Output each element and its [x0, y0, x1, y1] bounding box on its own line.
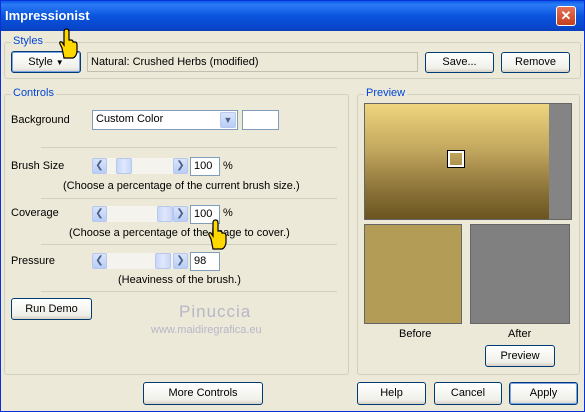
- slider-thumb[interactable]: [157, 206, 173, 222]
- right-arrow-icon[interactable]: ❯: [173, 253, 188, 269]
- brush-size-unit: %: [223, 160, 233, 172]
- preview-navigator[interactable]: [364, 103, 572, 220]
- separator: [41, 244, 337, 245]
- run-demo-button[interactable]: Run Demo: [11, 298, 92, 320]
- background-color-swatch[interactable]: [242, 110, 279, 130]
- separator: [41, 147, 337, 148]
- more-controls-label: More Controls: [168, 387, 238, 399]
- preview-button[interactable]: Preview: [485, 345, 555, 367]
- close-button[interactable]: ✕: [556, 6, 576, 26]
- save-button-label: Save...: [442, 56, 477, 68]
- pressure-hint: (Heaviness of the brush.): [118, 274, 241, 286]
- impressionist-dialog: Impressionist ✕ Styles Style ▼ Natural: …: [0, 0, 585, 412]
- preview-button-label: Preview: [500, 350, 540, 362]
- cancel-button[interactable]: Cancel: [434, 382, 502, 405]
- after-preview-image: [470, 224, 570, 324]
- style-name-display: Natural: Crushed Herbs (modified): [87, 52, 418, 72]
- chevron-down-icon[interactable]: ▼: [220, 112, 236, 128]
- background-dropdown[interactable]: Custom Color ▼: [92, 110, 238, 130]
- save-button[interactable]: Save...: [425, 52, 494, 73]
- left-arrow-icon[interactable]: ❮: [92, 158, 107, 174]
- coverage-hint: (Choose a percentage of the image to cov…: [69, 227, 290, 239]
- coverage-unit: %: [223, 207, 233, 219]
- cancel-label: Cancel: [450, 387, 486, 399]
- brush-size-label: Brush Size: [11, 160, 65, 172]
- preview-legend: Preview: [364, 87, 408, 99]
- background-label: Background: [11, 114, 70, 126]
- apply-button[interactable]: Apply: [509, 382, 578, 405]
- remove-button[interactable]: Remove: [501, 52, 570, 73]
- preview-region-marker[interactable]: [447, 150, 465, 168]
- right-arrow-icon[interactable]: ❯: [173, 206, 188, 222]
- left-arrow-icon[interactable]: ❮: [92, 206, 107, 222]
- before-label: Before: [399, 328, 432, 340]
- hand-cursor-icon: [208, 219, 227, 250]
- background-value: Custom Color: [96, 113, 164, 125]
- brush-size-input[interactable]: 100: [190, 157, 220, 176]
- after-label: After: [508, 328, 532, 340]
- run-demo-label: Run Demo: [25, 303, 78, 315]
- right-arrow-icon[interactable]: ❯: [173, 158, 188, 174]
- brush-size-hint: (Choose a percentage of the current brus…: [63, 180, 300, 192]
- styles-legend: Styles: [11, 35, 45, 47]
- remove-button-label: Remove: [515, 56, 556, 68]
- apply-label: Apply: [529, 387, 558, 399]
- window-title: Impressionist: [5, 8, 90, 23]
- coverage-slider[interactable]: ❮ ❯: [92, 206, 188, 222]
- controls-legend: Controls: [11, 87, 56, 99]
- watermark-line1: Pinuccia: [179, 302, 252, 321]
- style-button-label: Style: [28, 56, 53, 68]
- slider-thumb[interactable]: [116, 158, 132, 174]
- pressure-input[interactable]: 98: [190, 252, 220, 271]
- slider-thumb[interactable]: [154, 253, 171, 269]
- style-name-text: Natural: Crushed Herbs (modified): [91, 56, 259, 68]
- left-arrow-icon[interactable]: ❮: [92, 253, 107, 269]
- separator: [41, 198, 337, 199]
- coverage-label: Coverage: [11, 207, 59, 219]
- help-label: Help: [380, 387, 403, 399]
- title-bar[interactable]: Impressionist ✕: [1, 1, 584, 31]
- watermark-line2: www.maidiregrafica.eu: [151, 324, 262, 336]
- pressure-value: 98: [194, 255, 207, 267]
- hand-cursor-icon: [59, 28, 78, 59]
- more-controls-button[interactable]: More Controls: [143, 382, 263, 405]
- brush-size-value: 100: [194, 160, 213, 172]
- pressure-label: Pressure: [11, 255, 56, 267]
- pressure-slider[interactable]: ❮ ❯: [92, 253, 188, 269]
- before-preview-image: [364, 224, 462, 324]
- brush-size-slider[interactable]: ❮ ❯: [92, 158, 188, 174]
- close-icon: ✕: [560, 8, 572, 23]
- separator: [41, 291, 337, 292]
- help-button[interactable]: Help: [357, 382, 426, 405]
